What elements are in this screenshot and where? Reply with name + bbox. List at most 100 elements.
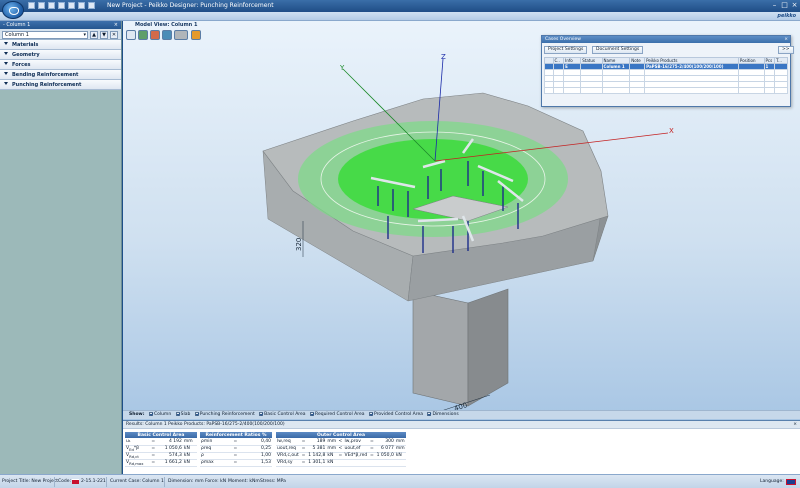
column-select-value: Column 1 (5, 32, 29, 38)
move-up-icon[interactable]: ▲ (90, 31, 98, 39)
table-row: uout,req = 5 381 mm < uout,ef = 6 077 mm (276, 445, 406, 453)
open-file-icon[interactable] (38, 2, 45, 9)
move-down-icon[interactable]: ▼ (100, 31, 108, 39)
project-settings-button[interactable]: Project Settings (544, 46, 588, 54)
table-row: VRd,c,out = 1 142,8 kN = VEd*β,red = 1 050,0 kN (276, 452, 406, 460)
table-row: ρ = 1,00 (200, 452, 272, 460)
show-column-checkbox[interactable] (148, 412, 153, 416)
section-label: Materials (12, 42, 39, 48)
section-label: Geometry (12, 52, 40, 58)
section-label: Bending Reinforcement (12, 72, 79, 78)
print-icon[interactable] (58, 2, 65, 9)
collapse-icon (4, 62, 8, 65)
show-dimensions-checkbox[interactable] (427, 412, 432, 416)
flag-icon (72, 479, 79, 484)
status-bar: Project Title: New Project Code: 2-15.1-… (0, 474, 800, 488)
model-view-tab[interactable]: Model View: Column 1 (135, 22, 197, 28)
collapse-icon (4, 82, 8, 85)
show-label: Show: (129, 412, 145, 417)
model-view[interactable]: Z Y X 320 400 Model View: Column 1 Cases… (123, 21, 800, 420)
reinforcement-ratios-table: Reinforcement Ratios % ρmin = 0,40 ρreq = 0,… (200, 432, 272, 467)
results-header: Results: Column 1 Peikko Products: PaPSB… (123, 421, 800, 429)
section-materials[interactable]: Materials (0, 40, 121, 50)
status-stress: Stress: MPa (260, 479, 286, 484)
cases-overview-window: Cases Overview × Project Settings Docume… (541, 35, 794, 107)
save-icon[interactable] (48, 2, 55, 9)
section-label: Forces (12, 62, 31, 68)
show-slab-checkbox[interactable] (175, 412, 180, 416)
status-language-label: Language: (760, 479, 784, 484)
status-code-label: Code: (58, 479, 72, 484)
table-row: VRd,ct = 574,3 kN (125, 452, 197, 460)
show-basic-control-area-checkbox[interactable] (259, 412, 264, 416)
status-moment: Moment: kNm (228, 479, 260, 484)
delete-case-icon[interactable]: ✕ (110, 31, 118, 39)
table-row: ρmax = 1,53 (200, 459, 272, 467)
cases-overview-title: Cases Overview × (542, 36, 790, 43)
show-required-control-area-checkbox[interactable] (310, 412, 315, 416)
app-menu-button[interactable] (2, 1, 24, 19)
view-front-icon[interactable] (138, 30, 148, 40)
window-title: New Project - Peikko Designer: Punching … (107, 2, 274, 9)
cases-close-icon[interactable]: × (784, 36, 788, 43)
section-punching-reinforcement[interactable]: Punching Reinforcement (0, 80, 121, 90)
redo-icon[interactable] (78, 2, 85, 9)
section-bending-reinforcement[interactable]: Bending Reinforcement (0, 70, 121, 80)
minimize-icon[interactable]: – (770, 1, 779, 10)
view-shaded-icon[interactable] (191, 30, 201, 40)
section-forces[interactable]: Forces (0, 60, 121, 70)
settings-icon[interactable] (88, 2, 95, 9)
column-select[interactable]: Column 1 ▾ (2, 31, 88, 39)
show-bar: Show: Column Slab Punching Reinforcement… (123, 410, 800, 419)
view-reset-icon[interactable] (174, 30, 188, 40)
table-row (544, 87, 788, 94)
status-force: Force: kN (205, 479, 227, 484)
cases-title-text: Cases Overview (545, 37, 581, 42)
title-bar: New Project - Peikko Designer: Punching … (0, 0, 800, 12)
table-row: VRd,sy = 1 301,1 kN (276, 459, 406, 467)
table-row: VEd*β = 1 050,6 kN (125, 445, 197, 453)
more-button[interactable]: >> (778, 46, 794, 54)
document-settings-button[interactable]: Document Settings (592, 46, 644, 54)
show-punching-reinforcement-checkbox[interactable] (194, 412, 199, 416)
brand-logo: peikko (777, 13, 796, 19)
collapse-icon (4, 42, 8, 45)
results-close-icon[interactable]: × (793, 421, 797, 429)
cases-table: C.. Info Status Name Note Peikko Product… (544, 57, 788, 94)
table-row: lw,req = 189 mm < lw,prov = 300 mm (276, 438, 406, 446)
slab-thickness-dimension: 320 (295, 238, 303, 251)
collapse-icon (4, 72, 8, 75)
column-side-face (467, 288, 509, 407)
basic-control-area-table: Basic Control Area u₁ = 4 192 mm VEd*β = 1 05… (125, 432, 197, 467)
show-provided-control-area-checkbox[interactable] (368, 412, 373, 416)
outer-control-area-table: Outer Control Area lw,req = 189 mm < lw,prov =… (276, 432, 406, 467)
status-project-title: Project Title: New Project (2, 479, 59, 484)
panel-header: - Column 1 × (0, 21, 121, 29)
view-3d-icon[interactable] (126, 30, 136, 40)
column-selector-row: Column 1 ▾ ▲ ▼ ✕ (0, 29, 121, 40)
table-row: VRd,max = 1 661,2 kN (125, 459, 197, 467)
maximize-icon[interactable]: □ (780, 1, 789, 10)
undo-icon[interactable] (68, 2, 75, 9)
panel-close-icon[interactable]: × (114, 21, 118, 29)
section-geometry[interactable]: Geometry (0, 50, 121, 60)
table-row: u₁ = 4 192 mm (125, 438, 197, 446)
view-side-icon[interactable] (150, 30, 160, 40)
z-axis-label: Z (441, 53, 446, 61)
table-title: Reinforcement Ratios % (200, 432, 272, 438)
new-file-icon[interactable] (28, 2, 35, 9)
status-code-value: 2-15.1-221 (81, 479, 106, 484)
results-panel: Results: Column 1 Peikko Products: PaPSB… (123, 420, 800, 474)
section-label: Punching Reinforcement (12, 82, 82, 88)
view-top-icon[interactable] (162, 30, 172, 40)
status-current-case: Current Case: Column 1 (110, 479, 164, 484)
status-dimension: Dimension: mm (168, 479, 204, 484)
table-row: ρmin = 0,40 (200, 438, 272, 446)
close-icon[interactable]: × (790, 1, 799, 10)
language-flag-icon[interactable] (786, 479, 796, 485)
x-axis-label: X (669, 127, 674, 135)
collapse-icon (4, 52, 8, 55)
results-title: Results: Column 1 Peikko Products: PaPSB… (126, 422, 285, 427)
ribbon-bar: peikko (0, 12, 800, 21)
column-front-face (412, 290, 469, 407)
